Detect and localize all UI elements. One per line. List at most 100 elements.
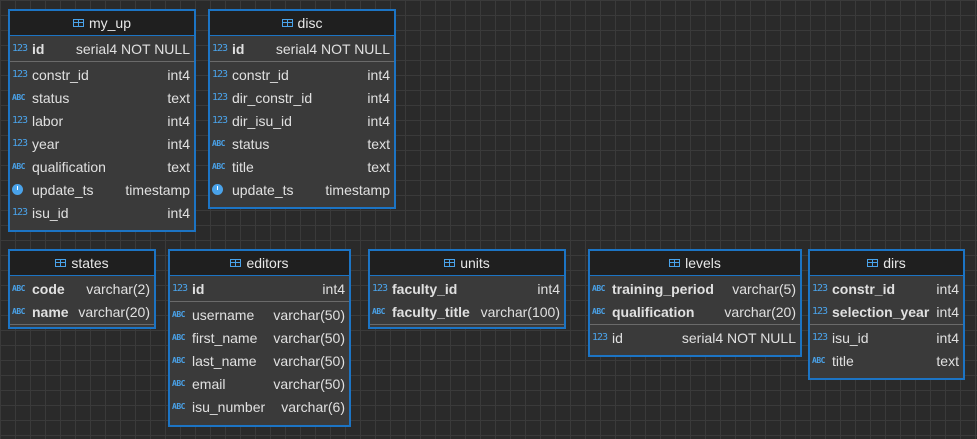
numeric-type-icon: 123 [212, 69, 228, 80]
field-row[interactable]: 123 dir_constr_id int4 [210, 86, 394, 109]
text-type-icon: ABC [12, 93, 25, 102]
field-name: last_name [192, 352, 257, 369]
key-field-row[interactable]: ABC name varchar(20) [10, 300, 154, 323]
entity-title: states [71, 255, 109, 271]
key-fields: 123 id serial4 NOT NULL [210, 36, 394, 62]
field-row[interactable]: ABC username varchar(50) [170, 303, 349, 326]
clock-icon [12, 184, 32, 195]
field-row[interactable]: ABC title text [810, 349, 963, 372]
key-fields: ABC training_period varchar(5) ABC qualifica… [590, 276, 800, 325]
entity-header[interactable]: dirs [810, 251, 963, 276]
entity-units[interactable]: units 123 faculty_id int4 ABC faculty_title v… [368, 249, 566, 329]
numeric-type-icon: 123 [12, 69, 28, 80]
entity-header[interactable]: editors [170, 251, 349, 276]
field-row[interactable]: update_ts timestamp [10, 178, 194, 201]
key-field-row[interactable]: 123 constr_id int4 [810, 277, 963, 300]
text-type-icon: ABC [812, 356, 825, 365]
field-name: username [192, 306, 255, 323]
field-row[interactable]: update_ts timestamp [210, 178, 394, 201]
field-row[interactable]: ABC isu_number varchar(6) [170, 395, 349, 418]
entity-disc[interactable]: disc 123 id serial4 NOT NULL 123 constr_id i… [208, 9, 396, 209]
field-type: varchar(20) [724, 303, 796, 320]
entity-title: editors [246, 255, 289, 271]
field-row[interactable]: ABC last_name varchar(50) [170, 349, 349, 372]
field-name: qualification [612, 303, 695, 320]
key-field-row[interactable]: 123 id serial4 NOT NULL [210, 37, 394, 60]
key-fields: 123 id int4 [170, 276, 349, 302]
entity-header[interactable]: disc [210, 11, 394, 36]
key-field-row[interactable]: 123 id int4 [170, 277, 349, 300]
entity-dirs[interactable]: dirs 123 constr_id int4 123 selection_year in… [808, 249, 965, 380]
field-row[interactable]: ABC email varchar(50) [170, 372, 349, 395]
field-type: int4 [367, 112, 390, 129]
numeric-type-icon: 123 [592, 332, 608, 343]
text-type-icon: ABC [372, 307, 385, 316]
field-name: status [232, 135, 270, 152]
entity-header[interactable]: levels [590, 251, 800, 276]
key-fields: 123 id serial4 NOT NULL [10, 36, 194, 62]
field-row[interactable]: 123 labor int4 [10, 109, 194, 132]
field-name: update_ts [232, 181, 294, 198]
entity-states[interactable]: states ABC code varchar(2) ABC name varchar(2… [8, 249, 156, 329]
field-row[interactable]: 123 id serial4 NOT NULL [590, 326, 800, 349]
field-row[interactable]: ABC status text [10, 86, 194, 109]
field-type: int4 [167, 135, 190, 152]
field-type: int4 [936, 280, 959, 297]
field-type: varchar(50) [273, 375, 345, 392]
field-row[interactable]: 123 constr_id int4 [210, 63, 394, 86]
entity-editors[interactable]: editors 123 id int4 ABC username varchar(50)… [168, 249, 351, 427]
field-row[interactable]: ABC qualification text [10, 155, 194, 178]
field-row[interactable]: 123 year int4 [10, 132, 194, 155]
key-field-row[interactable]: ABC training_period varchar(5) [590, 277, 800, 300]
field-row[interactable]: ABC status text [210, 132, 394, 155]
field-row[interactable]: 123 isu_id int4 [810, 326, 963, 349]
field-row[interactable]: 123 dir_isu_id int4 [210, 109, 394, 132]
numeric-type-icon: 123 [372, 283, 388, 294]
field-name: qualification [32, 158, 106, 175]
field-type: varchar(2) [86, 280, 150, 297]
field-name: update_ts [32, 181, 94, 198]
field-name: isu_id [32, 204, 69, 221]
field-name: id [32, 40, 45, 57]
field-type: timestamp [325, 181, 390, 198]
entity-header[interactable]: units [370, 251, 564, 276]
key-field-row[interactable]: ABC qualification varchar(20) [590, 300, 800, 323]
numeric-type-icon: 123 [812, 332, 828, 343]
field-row[interactable]: 123 constr_id int4 [10, 63, 194, 86]
key-field-row[interactable]: 123 selection_year int4 [810, 300, 963, 323]
numeric-type-icon: 123 [12, 115, 28, 126]
numeric-type-icon: 123 [12, 138, 28, 149]
field-name: status [32, 89, 70, 106]
key-field-row[interactable]: ABC code varchar(2) [10, 277, 154, 300]
key-field-row[interactable]: ABC faculty_title varchar(100) [370, 300, 564, 323]
field-type: int4 [936, 329, 959, 346]
field-name: id [192, 280, 205, 297]
entity-levels[interactable]: levels ABC training_period varchar(5) ABC qu… [588, 249, 802, 357]
entity-header[interactable]: states [10, 251, 154, 276]
field-type: text [367, 158, 390, 175]
text-type-icon: ABC [592, 284, 605, 293]
field-row[interactable]: ABC title text [210, 155, 394, 178]
field-row[interactable]: ABC first_name varchar(50) [170, 326, 349, 349]
text-type-icon: ABC [12, 162, 25, 171]
entity-title: units [460, 255, 490, 271]
key-fields: 123 constr_id int4 123 selection_year int4 [810, 276, 963, 325]
field-name: faculty_id [392, 280, 458, 297]
entity-header[interactable]: my_up [10, 11, 194, 36]
fields: 123 id serial4 NOT NULL [590, 325, 800, 350]
key-field-row[interactable]: 123 id serial4 NOT NULL [10, 37, 194, 60]
field-name: first_name [192, 329, 258, 346]
field-type: int4 [367, 89, 390, 106]
entity-my_up[interactable]: my_up 123 id serial4 NOT NULL 123 constr_id… [8, 9, 196, 232]
table-icon [669, 259, 681, 267]
key-field-row[interactable]: 123 faculty_id int4 [370, 277, 564, 300]
field-name: faculty_title [392, 303, 470, 320]
field-name: name [32, 303, 69, 320]
field-type: serial4 NOT NULL [681, 329, 796, 346]
entity-title: disc [297, 15, 323, 31]
field-type: serial4 NOT NULL [75, 40, 190, 57]
field-row[interactable]: 123 isu_id int4 [10, 201, 194, 224]
table-icon [867, 259, 879, 267]
key-fields: ABC code varchar(2) ABC name varchar(20) [10, 276, 154, 325]
table-icon [55, 259, 67, 267]
